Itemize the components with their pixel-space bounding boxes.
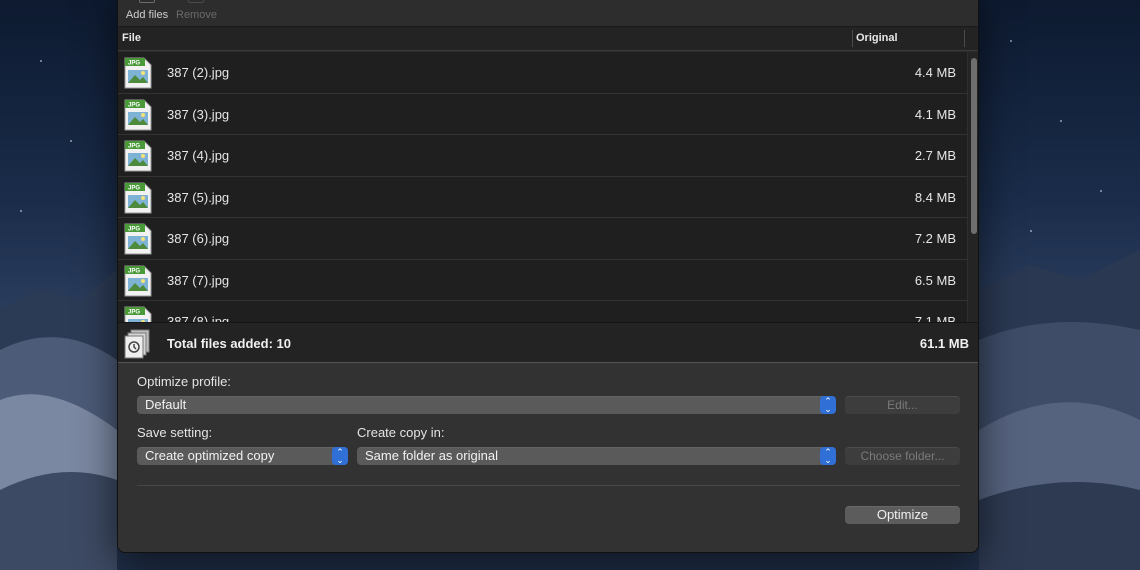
edit-button[interactable]: Edit... [845, 396, 960, 414]
jpg-file-icon: JPG [124, 99, 152, 131]
create-copy-in-select[interactable]: Same folder as original ⌃ ⌄ [357, 447, 836, 465]
file-name: 387 (8).jpg [167, 314, 230, 322]
svg-text:JPG: JPG [128, 61, 140, 67]
remove-icon [188, 0, 204, 3]
toolbar: Add files Remove [118, 0, 978, 27]
total-files-label: Total files added: 10 [167, 336, 292, 351]
column-header-original[interactable]: Original [856, 32, 898, 44]
chevron-updown-icon: ⌃ ⌄ [332, 447, 348, 465]
file-list[interactable]: JPG 387 (2).jpg 4.4 MB JPG 387 (3).jpg 4.1 MB… [118, 52, 967, 322]
remove-button[interactable]: Remove [176, 0, 217, 27]
file-size: 8.4 MB [914, 189, 956, 205]
jpg-file-icon: JPG [124, 182, 152, 214]
jpg-file-icon: JPG [124, 223, 152, 255]
column-header-file[interactable]: File [122, 32, 141, 44]
create-copy-in-value: Same folder as original [365, 448, 498, 463]
divider [137, 485, 960, 486]
file-stack-icon [124, 329, 150, 359]
file-size: 4.4 MB [914, 65, 956, 80]
create-copy-in-label: Create copy in: [357, 425, 445, 440]
svg-text:JPG: JPG [128, 310, 140, 316]
file-row[interactable]: JPG 387 (5).jpg 8.4 MB [118, 177, 967, 218]
add-files-button[interactable]: Add files [124, 0, 170, 27]
file-row[interactable]: JPG 387 (8).jpg 7.1 MB [118, 301, 967, 322]
svg-text:JPG: JPG [128, 144, 140, 150]
file-name: 387 (7).jpg [167, 272, 230, 288]
file-row[interactable]: JPG 387 (6).jpg 7.2 MB [118, 218, 967, 260]
scrollbar[interactable] [967, 52, 978, 322]
save-setting-select[interactable]: Create optimized copy ⌃ ⌄ [137, 447, 348, 465]
chevron-updown-icon: ⌃ ⌄ [820, 396, 836, 414]
app-window: Add files Remove File Original JPG 387 (2… [117, 0, 979, 553]
svg-text:JPG: JPG [128, 185, 140, 191]
file-size: 7.1 MB [914, 314, 956, 322]
settings-panel: Optimize profile: Default ⌃ ⌄ Edit... Sav… [118, 363, 978, 552]
file-name: 387 (6).jpg [167, 231, 230, 246]
save-setting-label: Save setting: [137, 425, 213, 440]
jpg-file-icon: JPG [124, 306, 152, 322]
file-row[interactable]: JPG 387 (3).jpg 4.1 MB [118, 94, 967, 135]
remove-label: Remove [176, 9, 217, 21]
optimize-profile-select[interactable]: Default ⌃ ⌄ [137, 396, 836, 414]
total-size: 61.1 MB [919, 336, 969, 351]
svg-text:JPG: JPG [128, 102, 140, 108]
column-divider [964, 30, 965, 47]
file-name: 387 (5).jpg [167, 189, 230, 205]
add-files-label: Add files [125, 9, 169, 21]
file-name: 387 (3).jpg [167, 106, 230, 122]
file-row[interactable]: JPG 387 (7).jpg 6.5 MB [118, 260, 967, 301]
file-size: 6.5 MB [914, 272, 956, 288]
jpg-file-icon: JPG [124, 265, 152, 297]
add-files-icon [139, 0, 155, 3]
file-size: 2.7 MB [914, 148, 956, 163]
optimize-button[interactable]: Optimize [845, 506, 960, 524]
file-size: 7.2 MB [914, 231, 956, 246]
list-header: File Original [118, 27, 978, 51]
chevron-updown-icon: ⌃ ⌄ [820, 447, 836, 465]
scroll-thumb[interactable] [971, 58, 977, 234]
column-divider [852, 30, 853, 47]
summary-row: Total files added: 10 61.1 MB [118, 322, 978, 363]
jpg-file-icon: JPG [124, 140, 152, 172]
save-setting-value: Create optimized copy [145, 448, 275, 463]
choose-folder-button[interactable]: Choose folder... [845, 447, 960, 465]
svg-text:JPG: JPG [128, 227, 140, 233]
optimize-profile-label: Optimize profile: [137, 374, 231, 389]
file-name: 387 (4).jpg [167, 148, 230, 163]
file-name: 387 (2).jpg [167, 65, 230, 80]
file-row[interactable]: JPG 387 (4).jpg 2.7 MB [118, 135, 967, 177]
optimize-profile-value: Default [145, 397, 187, 412]
file-row[interactable]: JPG 387 (2).jpg 4.4 MB [118, 52, 967, 94]
file-size: 4.1 MB [914, 106, 956, 122]
svg-text:JPG: JPG [128, 268, 140, 274]
jpg-file-icon: JPG [124, 57, 152, 89]
